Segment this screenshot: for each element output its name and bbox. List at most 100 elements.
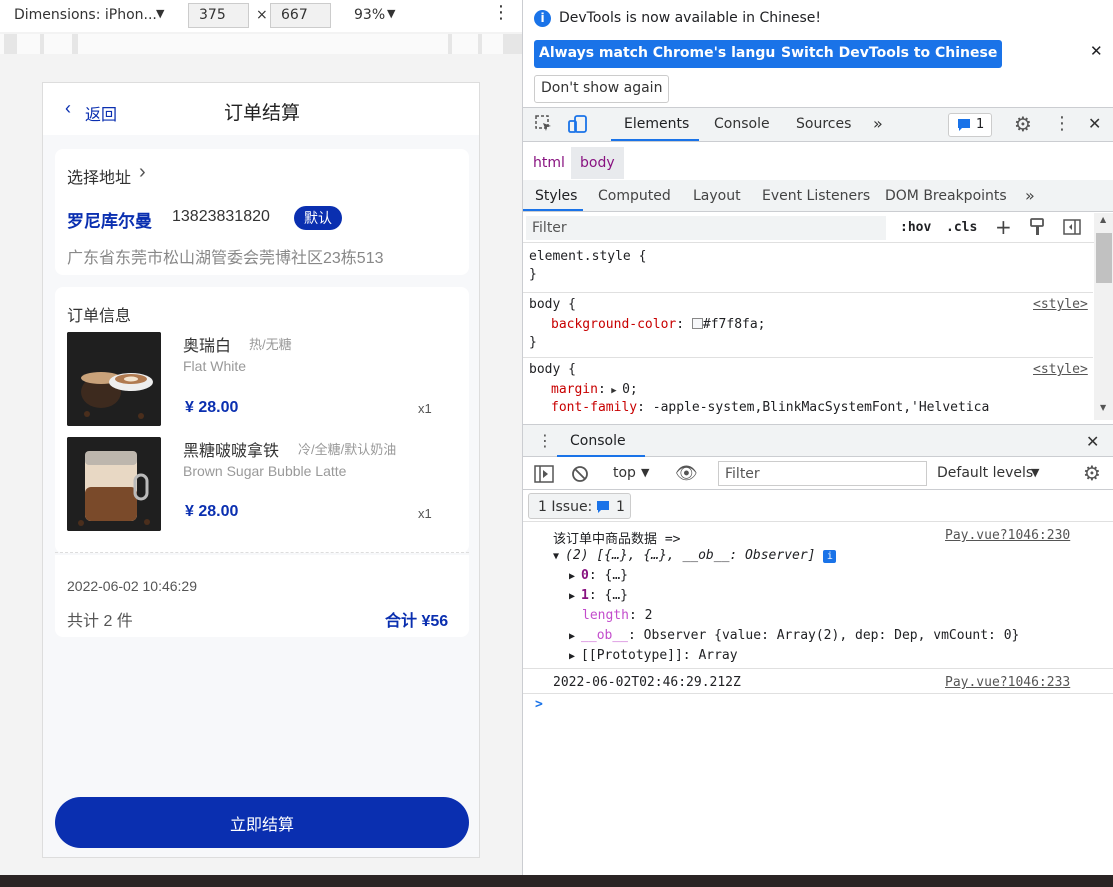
dashed-divider xyxy=(55,552,469,553)
os-taskbar xyxy=(0,875,1113,887)
context-selector[interactable]: top xyxy=(613,465,636,481)
scrollbar-thumb[interactable] xyxy=(1096,233,1112,283)
item-count: 共计 2 件 xyxy=(67,613,133,630)
console-source-link[interactable]: Pay.vue?1046:233 xyxy=(945,675,1070,690)
zoom-dropdown[interactable]: 93% xyxy=(354,7,385,23)
devtools-panel: i DevTools is now available in Chinese! … xyxy=(522,0,1113,875)
close-icon[interactable]: ✕ xyxy=(1090,42,1103,60)
drawer-menu-icon[interactable]: ⋮ xyxy=(537,431,553,450)
array-entry[interactable]: ▶ 0: {…} xyxy=(569,568,628,583)
item-en-name: Brown Sugar Bubble Latte xyxy=(183,463,347,479)
subtab-event-listeners[interactable]: Event Listeners xyxy=(762,188,870,204)
flat-white-image xyxy=(67,332,161,426)
subtab-dom-breakpoints[interactable]: DOM Breakpoints xyxy=(885,188,1007,204)
tab-sources[interactable]: Sources xyxy=(796,116,851,132)
new-rule-icon[interactable]: + xyxy=(995,215,1012,239)
chevron-right-icon[interactable]: › xyxy=(139,161,146,184)
rule-body-1: body { xyxy=(529,297,576,312)
paint-icon[interactable] xyxy=(1029,218,1045,236)
levels-dropdown-icon[interactable]: ▼ xyxy=(1031,466,1039,479)
subtab-computed[interactable]: Computed xyxy=(598,188,671,204)
expand-arrow-icon[interactable]: ▶ xyxy=(569,651,581,662)
cls-toggle[interactable]: .cls xyxy=(946,220,977,235)
array-entry[interactable]: ▶ 1: {…} xyxy=(569,588,628,603)
times-sign: × xyxy=(256,7,268,23)
sidebar-icon[interactable] xyxy=(534,465,554,483)
more-subtabs-icon[interactable]: » xyxy=(1025,186,1035,205)
context-dropdown-icon[interactable]: ▼ xyxy=(641,466,649,479)
tab-console[interactable]: Console xyxy=(714,116,770,132)
switch-language-button[interactable]: Switch DevTools to Chinese xyxy=(776,40,1003,68)
close-devtools-icon[interactable]: ✕ xyxy=(1088,114,1101,133)
settings-gear-icon[interactable]: ⚙ xyxy=(1014,112,1032,136)
order-info-card: 订单信息 奥瑞白 热/无糖 Flat White ¥ 28.00 x1 黑糖啵啵… xyxy=(55,287,469,553)
rule-value: #f7f8fa; xyxy=(702,317,766,332)
dropdown-arrow-icon[interactable]: ▼ xyxy=(156,7,164,20)
item-qty: x1 xyxy=(418,506,432,521)
issues-bar-button[interactable]: 1 Issue: 1 xyxy=(528,493,631,519)
zoom-arrow-icon[interactable]: ▼ xyxy=(387,7,395,20)
back-button[interactable]: 返回 xyxy=(85,101,117,125)
dont-show-again-button[interactable]: Don't show again xyxy=(534,75,670,103)
array-observer[interactable]: ▶ __ob__: Observer {value: Array(2), dep… xyxy=(569,628,1019,643)
address-card[interactable]: 选择地址 › 罗尼库尔曼 13823831820 默认 广东省东莞市松山湖管委会… xyxy=(55,149,469,275)
rule-value: -apple-system,BlinkMacSystemFont,'Helvet… xyxy=(652,400,990,415)
more-options-icon[interactable]: ⋮ xyxy=(492,4,510,22)
breadcrumb-html[interactable]: html xyxy=(533,155,565,171)
rule-source-link[interactable]: <style> xyxy=(1033,362,1088,377)
rule-selector[interactable]: body { xyxy=(529,362,576,377)
rule-source-link[interactable]: <style> xyxy=(1033,297,1088,312)
more-options-icon[interactable]: ⋮ xyxy=(1053,113,1071,134)
close-drawer-icon[interactable]: ✕ xyxy=(1086,432,1099,451)
media-query-ruler[interactable] xyxy=(0,34,522,54)
console-prompt[interactable]: > xyxy=(535,697,543,712)
match-language-button[interactable]: Always match Chrome's language xyxy=(534,40,810,68)
styles-scrollbar[interactable]: ▲ ▼ xyxy=(1094,213,1113,420)
console-settings-icon[interactable]: ⚙ xyxy=(1083,461,1101,485)
width-input[interactable]: 375 xyxy=(188,3,249,28)
expand-arrow-icon[interactable]: ▶ xyxy=(569,571,581,582)
pay-now-button[interactable]: 立即结算 xyxy=(55,797,469,848)
color-swatch[interactable] xyxy=(691,318,703,329)
height-input[interactable]: 667 xyxy=(270,3,331,28)
console-toolbar: top ▼ 👁 Filter Default levels ▼ ⚙ xyxy=(523,458,1113,490)
subtab-layout[interactable]: Layout xyxy=(693,188,741,204)
log-levels-dropdown[interactable]: Default levels xyxy=(937,465,1033,481)
item-spec: 热/无糖 xyxy=(249,337,292,352)
sidebar-toggle-icon[interactable] xyxy=(1063,218,1081,236)
array-prototype[interactable]: ▶ [[Prototype]]: Array xyxy=(569,648,738,663)
rule-selector[interactable]: body { xyxy=(529,297,576,312)
array-summary[interactable]: ▼ (2) [{…}, {…}, __ob__: Observer] i xyxy=(553,548,837,563)
rule-declaration[interactable]: font-family: -apple-system,BlinkMacSyste… xyxy=(551,400,1091,415)
issues-button[interactable]: 1 xyxy=(948,113,992,137)
item-price: ¥ 28.00 xyxy=(185,399,239,416)
device-toolbar-icon[interactable] xyxy=(568,114,588,134)
console-drawer-tab[interactable]: Console xyxy=(570,433,626,449)
eye-icon[interactable]: 👁 xyxy=(675,463,698,484)
rule-declaration[interactable]: margin: ▶ 0; xyxy=(551,382,638,397)
more-tabs-icon[interactable]: » xyxy=(873,114,883,133)
expand-arrow-icon[interactable]: ▶ xyxy=(569,631,581,642)
clear-console-icon[interactable] xyxy=(571,465,589,483)
default-badge: 默认 xyxy=(294,206,342,230)
select-address-label[interactable]: 选择地址 xyxy=(67,164,131,188)
collapse-arrow-icon[interactable]: ▼ xyxy=(553,551,565,562)
tab-elements[interactable]: Elements xyxy=(624,116,689,132)
hov-toggle[interactable]: :hov xyxy=(900,220,931,235)
issues-bar: 1 Issue: 1 xyxy=(523,490,1113,522)
order-summary-card: 2022-06-02 10:46:29 共计 2 件 合计 ¥56 xyxy=(55,555,469,637)
console-drawer-header: ⋮ Console ✕ xyxy=(523,424,1113,457)
expand-arrow-icon[interactable]: ▶ xyxy=(606,386,622,396)
rule-declaration[interactable]: background-color: #f7f8fa; xyxy=(551,317,766,332)
info-icon[interactable]: i xyxy=(823,550,837,563)
chevron-left-icon[interactable]: ‹ xyxy=(65,99,71,117)
subtab-styles[interactable]: Styles xyxy=(535,188,577,204)
inspect-element-icon[interactable] xyxy=(535,115,553,133)
breadcrumb-body[interactable]: body xyxy=(580,155,615,171)
console-source-link[interactable]: Pay.vue?1046:230 xyxy=(945,528,1070,543)
devtools-tabbar: Elements Console Sources » 1 ⚙ ⋮ ✕ xyxy=(523,107,1113,142)
expand-arrow-icon[interactable]: ▶ xyxy=(569,591,581,602)
dimensions-dropdown[interactable]: Dimensions: iPhon... xyxy=(14,7,157,23)
styles-filter-input[interactable]: Filter xyxy=(526,216,886,240)
console-filter-input[interactable]: Filter xyxy=(718,461,927,486)
